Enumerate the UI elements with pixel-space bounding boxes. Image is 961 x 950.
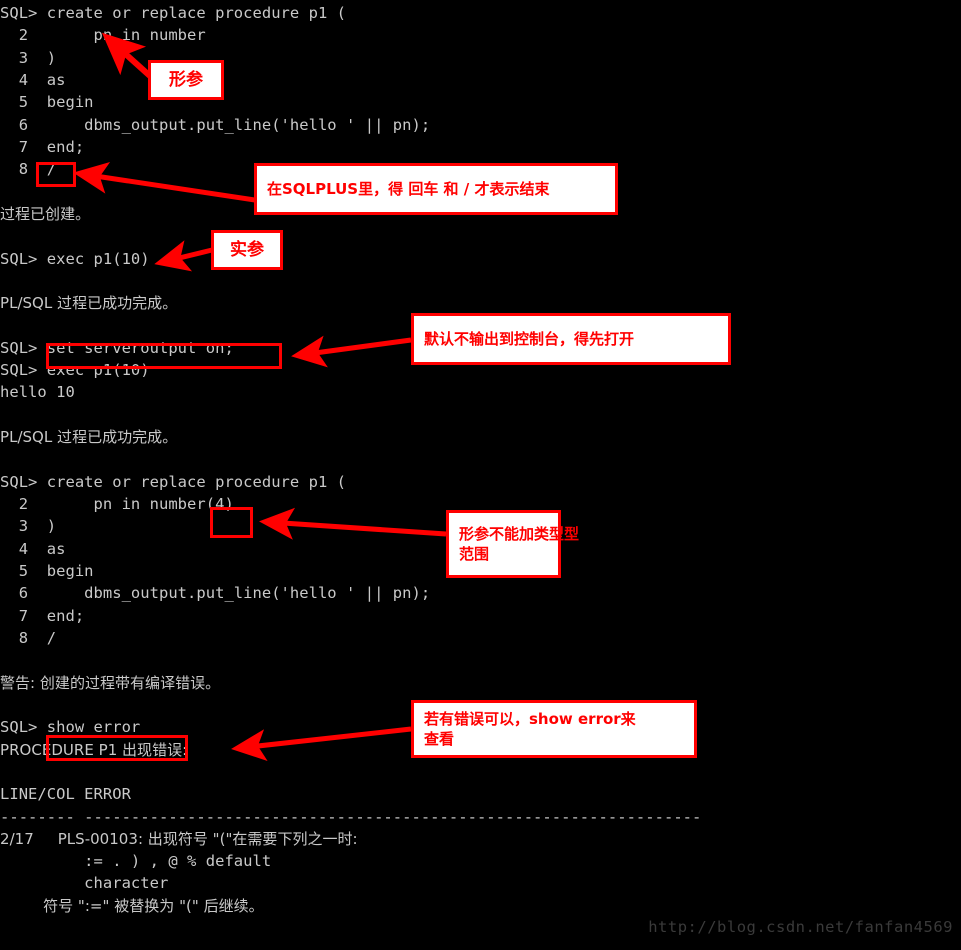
terminal-line: SQL> exec p1(10) [0, 249, 150, 268]
terminal-line: SQL> show error [0, 718, 141, 737]
terminal-line: 2/17 PLS-00103: 出现符号 "("在需要下列之一时: [0, 829, 358, 848]
watermark-url: http://blog.csdn.net/fanfan4569 [648, 918, 953, 936]
terminal-line: 3 ) [0, 48, 57, 67]
terminal-line: 2 pn in number [0, 26, 206, 45]
terminal-line: character [0, 874, 169, 893]
terminal-line: SQL> exec p1(10) [0, 361, 150, 380]
terminal-line: SQL> set serveroutput on; [0, 338, 234, 357]
terminal-line: 4 as [0, 539, 66, 558]
terminal-line: 过程已创建。 [0, 204, 91, 223]
terminal-line: SQL> create or replace procedure p1 ( [0, 472, 347, 491]
terminal-line: 警告: 创建的过程带有编译错误。 [0, 673, 221, 692]
terminal-line: 7 end; [0, 137, 85, 156]
terminal-line: 5 begin [0, 562, 94, 580]
terminal-line: PL/SQL 过程已成功完成。 [0, 428, 178, 447]
terminal-line: 6 dbms_output.put_line('hello ' || pn); [0, 584, 431, 603]
terminal-line: := . ) , @ % default [0, 852, 272, 871]
terminal-line: 8 / [0, 628, 57, 647]
terminal-line: 4 as [0, 70, 66, 89]
terminal-line: 2 pn in number(4) [0, 495, 234, 514]
terminal-line: hello 10 [0, 383, 75, 402]
terminal-line: 7 end; [0, 606, 85, 625]
terminal-line: SQL> create or replace procedure p1 ( [0, 4, 347, 22]
terminal-line: PL/SQL 过程已成功完成。 [0, 294, 178, 313]
terminal-line: PROCEDURE P1 出现错误: [0, 740, 188, 759]
terminal-line: 8 / [0, 160, 57, 179]
terminal-line: LINE/COL ERROR [0, 785, 131, 804]
terminal-output: SQL> create or replace procedure p1 ( 2 … [0, 0, 961, 950]
terminal-line: 6 dbms_output.put_line('hello ' || pn); [0, 115, 431, 134]
terminal-line: 5 begin [0, 93, 94, 112]
terminal-line: 3 ) [0, 517, 57, 536]
terminal-line: -------- -------------------------------… [0, 807, 702, 826]
terminal-line: 符号 ":=" 被替换为 "(" 后继续。 [0, 896, 264, 915]
